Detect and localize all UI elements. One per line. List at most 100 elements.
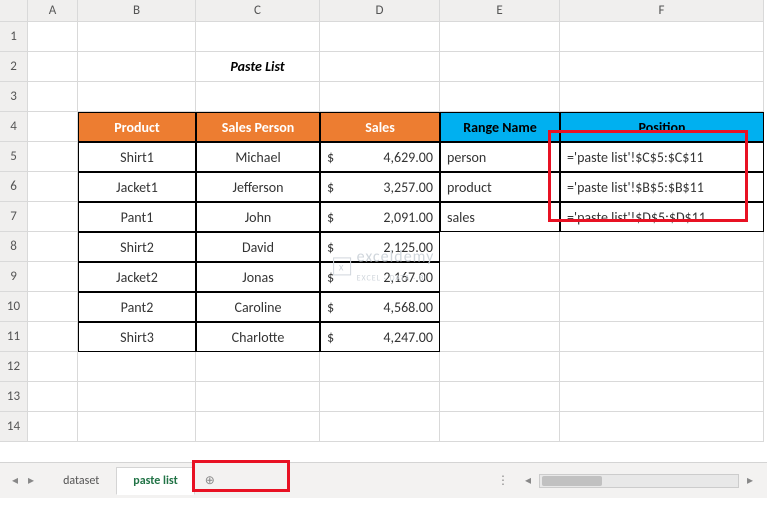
rowhead-7[interactable]: 7 bbox=[0, 202, 28, 232]
cell-A2[interactable] bbox=[28, 52, 78, 82]
rowhead-13[interactable]: 13 bbox=[0, 382, 28, 412]
select-all[interactable] bbox=[0, 0, 28, 22]
cell-F14[interactable] bbox=[560, 412, 764, 442]
cell-D3[interactable] bbox=[320, 82, 440, 112]
cell-B14[interactable] bbox=[78, 412, 196, 442]
colhead-B[interactable]: B bbox=[78, 0, 196, 22]
cell-sales-2[interactable]: $2,091.00 bbox=[320, 202, 440, 232]
cell-E3[interactable] bbox=[440, 82, 560, 112]
scroll-right-icon[interactable]: ▸ bbox=[747, 473, 753, 488]
cell-D2[interactable] bbox=[320, 52, 440, 82]
cell-C1[interactable] bbox=[196, 22, 320, 52]
cell-product-6[interactable]: Shirt3 bbox=[78, 322, 196, 352]
cell-A3[interactable] bbox=[28, 82, 78, 112]
cell-F8[interactable] bbox=[560, 232, 764, 262]
cell-F13[interactable] bbox=[560, 382, 764, 412]
rowhead-14[interactable]: 14 bbox=[0, 412, 28, 442]
cell-product-4[interactable]: Jacket2 bbox=[78, 262, 196, 292]
cell-pos-2[interactable]: ='paste list'!$D$5:$D$11 bbox=[560, 202, 764, 232]
rowhead-12[interactable]: 12 bbox=[0, 352, 28, 382]
cell-D13[interactable] bbox=[320, 382, 440, 412]
header-range-name[interactable]: Range Name bbox=[440, 112, 560, 142]
scroll-left-icon[interactable]: ◂ bbox=[525, 473, 531, 488]
cell-range-1[interactable]: product bbox=[440, 172, 560, 202]
tab-dataset[interactable]: dataset bbox=[46, 467, 116, 495]
cell-sales-1[interactable]: $3,257.00 bbox=[320, 172, 440, 202]
cell-sales-4[interactable]: $2,167.00 bbox=[320, 262, 440, 292]
cell-D12[interactable] bbox=[320, 352, 440, 382]
header-product[interactable]: Product bbox=[78, 112, 196, 142]
cell-E9[interactable] bbox=[440, 262, 560, 292]
rowhead-10[interactable]: 10 bbox=[0, 292, 28, 322]
cell-B1[interactable] bbox=[78, 22, 196, 52]
cell-sales-6[interactable]: $4,247.00 bbox=[320, 322, 440, 352]
cell-A11[interactable] bbox=[28, 322, 78, 352]
tab-first-icon[interactable]: ◂ bbox=[8, 471, 22, 490]
cell-person-4[interactable]: Jonas bbox=[196, 262, 320, 292]
rowhead-2[interactable]: 2 bbox=[0, 52, 28, 82]
tab-split-handle[interactable]: ⋮ bbox=[491, 473, 517, 488]
cell-C14[interactable] bbox=[196, 412, 320, 442]
cell-E11[interactable] bbox=[440, 322, 560, 352]
cell-A9[interactable] bbox=[28, 262, 78, 292]
cell-A4[interactable] bbox=[28, 112, 78, 142]
cell-sales-0[interactable]: $4,629.00 bbox=[320, 142, 440, 172]
cell-product-1[interactable]: Jacket1 bbox=[78, 172, 196, 202]
cell-A10[interactable] bbox=[28, 292, 78, 322]
colhead-F[interactable]: F bbox=[560, 0, 764, 22]
cell-person-0[interactable]: Michael bbox=[196, 142, 320, 172]
cell-F10[interactable] bbox=[560, 292, 764, 322]
add-sheet-button[interactable]: ⊕ bbox=[195, 473, 225, 488]
cell-range-0[interactable]: person bbox=[440, 142, 560, 172]
cell-B3[interactable] bbox=[78, 82, 196, 112]
cell-B13[interactable] bbox=[78, 382, 196, 412]
cell-C13[interactable] bbox=[196, 382, 320, 412]
cell-person-5[interactable]: Caroline bbox=[196, 292, 320, 322]
cell-B2[interactable] bbox=[78, 52, 196, 82]
cell-F1[interactable] bbox=[560, 22, 764, 52]
colhead-D[interactable]: D bbox=[320, 0, 440, 22]
cell-A5[interactable] bbox=[28, 142, 78, 172]
rowhead-3[interactable]: 3 bbox=[0, 82, 28, 112]
cell-E12[interactable] bbox=[440, 352, 560, 382]
rowhead-11[interactable]: 11 bbox=[0, 322, 28, 352]
scrollbar-thumb[interactable] bbox=[542, 476, 602, 486]
cell-person-2[interactable]: John bbox=[196, 202, 320, 232]
cell-person-1[interactable]: Jefferson bbox=[196, 172, 320, 202]
cell-F3[interactable] bbox=[560, 82, 764, 112]
cell-sales-5[interactable]: $4,568.00 bbox=[320, 292, 440, 322]
cell-D14[interactable] bbox=[320, 412, 440, 442]
cell-F12[interactable] bbox=[560, 352, 764, 382]
cell-F11[interactable] bbox=[560, 322, 764, 352]
rowhead-8[interactable]: 8 bbox=[0, 232, 28, 262]
rowhead-6[interactable]: 6 bbox=[0, 172, 28, 202]
cell-C12[interactable] bbox=[196, 352, 320, 382]
cell-A1[interactable] bbox=[28, 22, 78, 52]
cell-A14[interactable] bbox=[28, 412, 78, 442]
cell-person-3[interactable]: David bbox=[196, 232, 320, 262]
cell-E8[interactable] bbox=[440, 232, 560, 262]
header-position[interactable]: Position bbox=[560, 112, 764, 142]
rowhead-4[interactable]: 4 bbox=[0, 112, 28, 142]
cell-E2[interactable] bbox=[440, 52, 560, 82]
colhead-E[interactable]: E bbox=[440, 0, 560, 22]
tab-paste-list[interactable]: paste list bbox=[116, 467, 195, 495]
rowhead-1[interactable]: 1 bbox=[0, 22, 28, 52]
cell-F9[interactable] bbox=[560, 262, 764, 292]
cell-F2[interactable] bbox=[560, 52, 764, 82]
cell-D1[interactable] bbox=[320, 22, 440, 52]
horizontal-scrollbar[interactable] bbox=[539, 474, 739, 488]
cell-A13[interactable] bbox=[28, 382, 78, 412]
cell-product-0[interactable]: Shirt1 bbox=[78, 142, 196, 172]
cell-product-3[interactable]: Shirt2 bbox=[78, 232, 196, 262]
cell-product-2[interactable]: Pant1 bbox=[78, 202, 196, 232]
cell-E10[interactable] bbox=[440, 292, 560, 322]
colhead-A[interactable]: A bbox=[28, 0, 78, 22]
cell-E1[interactable] bbox=[440, 22, 560, 52]
header-sales[interactable]: Sales bbox=[320, 112, 440, 142]
cell-product-5[interactable]: Pant2 bbox=[78, 292, 196, 322]
rowhead-9[interactable]: 9 bbox=[0, 262, 28, 292]
cell-person-6[interactable]: Charlotte bbox=[196, 322, 320, 352]
colhead-C[interactable]: C bbox=[196, 0, 320, 22]
cell-A6[interactable] bbox=[28, 172, 78, 202]
